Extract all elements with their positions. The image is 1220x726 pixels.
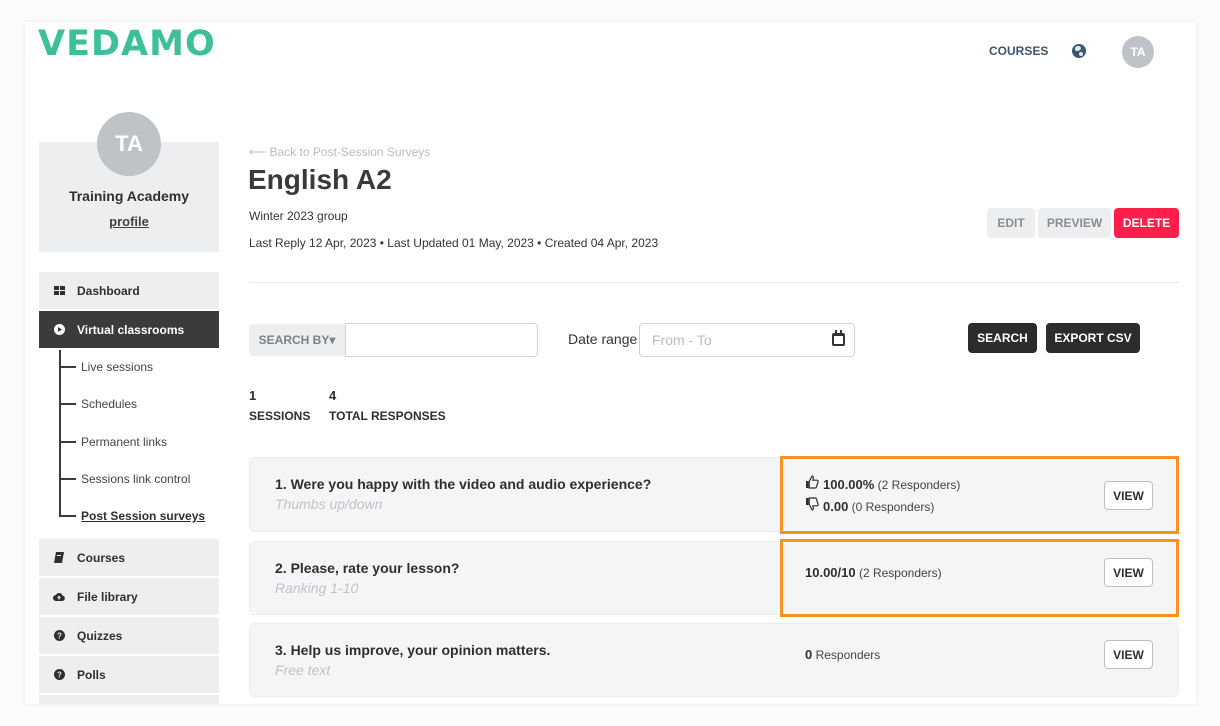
date-range-label: Date range: [568, 331, 638, 347]
sidebar-subitem-post-session-surveys[interactable]: Post Session surveys: [59, 506, 205, 526]
sidebar-item-courses[interactable]: Courses: [39, 539, 219, 576]
export-csv-button[interactable]: EXPORT CSV: [1046, 323, 1140, 353]
survey-meta: Last Reply 12 Apr, 2023 • Last Updated 0…: [249, 236, 659, 250]
cloud-upload-icon: [53, 591, 65, 603]
thumbs-up-result: 100.00% (2 Responders): [805, 475, 960, 492]
stat-label: SESSIONS: [249, 409, 311, 423]
sidebar-subitem-live-sessions[interactable]: Live sessions: [59, 357, 153, 377]
virtual-classrooms-submenu: Live sessions Schedules Permanent links …: [39, 350, 219, 538]
sidebar-item-file-library[interactable]: File library: [39, 578, 219, 615]
calendar-icon[interactable]: [832, 330, 845, 346]
responders-count: 0: [805, 647, 813, 662]
edit-button[interactable]: EDIT: [987, 208, 1035, 238]
divider: [249, 282, 1179, 283]
stat-sessions: 1 SESSIONS: [249, 388, 310, 423]
sidebar-subitem-permanent-links[interactable]: Permanent links: [59, 432, 167, 452]
search-button[interactable]: SEARCH: [968, 323, 1037, 353]
sidebar-item-polls[interactable]: ? Polls: [39, 656, 219, 693]
globe-icon[interactable]: [1072, 44, 1086, 58]
view-button[interactable]: VIEW: [1104, 640, 1153, 669]
page-title: English A2: [248, 164, 392, 195]
thumbs-up-value: 100.00%: [823, 477, 875, 492]
ranking-result: 10.00/10 (2 Responders): [805, 565, 942, 580]
question-row: 2. Please, rate your lesson? Ranking 1-1…: [249, 541, 1179, 615]
back-link[interactable]: ⟵ Back to Post-Session Surveys: [249, 145, 430, 159]
stat-value: 4: [329, 388, 337, 403]
question-row: 3. Help us improve, your opinion matters…: [249, 623, 1179, 697]
date-range-input[interactable]: From - To: [639, 323, 855, 357]
profile-avatar: TA: [97, 112, 161, 176]
question-title: 3. Help us improve, your opinion matters…: [275, 642, 551, 658]
responders-label: Responders: [815, 648, 881, 662]
sidebar-item-dashboard[interactable]: Dashboard: [39, 272, 219, 309]
sidebar-item-quizzes[interactable]: ? Quizzes: [39, 617, 219, 654]
question-type: Ranking 1-10: [275, 580, 359, 596]
vedamo-logo[interactable]: VEDAMO: [38, 24, 216, 64]
ranking-score: 10.00/10: [805, 565, 856, 580]
thumbs-up-responders: (2 Responders): [877, 478, 961, 492]
question-circle-icon: ?: [53, 630, 65, 642]
user-avatar[interactable]: TA: [1122, 36, 1154, 68]
grid-icon: [53, 285, 65, 297]
thumbs-down-result: 0.00 (0 Responders): [805, 497, 934, 514]
svg-text:?: ?: [57, 671, 62, 680]
sidebar-item-label: File library: [77, 589, 138, 604]
sidebar-subitem-sessions-link-control[interactable]: Sessions link control: [59, 469, 190, 489]
profile-link[interactable]: profile: [39, 214, 219, 229]
ranking-responders: (2 Responders): [858, 566, 942, 580]
sidebar-item-label: Dashboard: [77, 283, 140, 298]
date-range-placeholder: From - To: [652, 332, 712, 348]
thumbs-down-responders: (0 Responders): [851, 500, 935, 514]
question-row: 1. Were you happy with the video and aud…: [249, 457, 1179, 532]
thumbs-down-value: 0.00: [823, 499, 849, 514]
svg-text:?: ?: [57, 632, 62, 641]
question-circle-icon: ?: [53, 669, 65, 681]
search-input[interactable]: [345, 323, 538, 357]
sidebar-menu: Dashboard Virtual classrooms Live sessio…: [39, 272, 219, 704]
sidebar-item-label: Courses: [77, 550, 126, 565]
free-text-result: 0 Responders: [805, 647, 880, 662]
sidebar-item-label: Polls: [77, 667, 106, 682]
question-type: Thumbs up/down: [275, 496, 383, 512]
sidebar-item-more[interactable]: [39, 695, 219, 704]
search-by-dropdown[interactable]: SEARCH BY▾: [249, 324, 345, 356]
question-type: Free text: [275, 662, 331, 678]
sidebar-item-virtual-classrooms[interactable]: Virtual classrooms: [39, 311, 219, 348]
profile-name: Training Academy: [68, 188, 190, 204]
nav-courses-link[interactable]: COURSES: [989, 44, 1048, 58]
view-button[interactable]: VIEW: [1104, 481, 1153, 510]
question-title: 2. Please, rate your lesson?: [275, 560, 460, 576]
question-title: 1. Were you happy with the video and aud…: [275, 476, 652, 492]
thumbs-up-icon: [805, 475, 819, 492]
sidebar-item-label: Virtual classrooms: [77, 322, 185, 337]
play-circle-icon: [53, 324, 65, 336]
stat-value: 1: [249, 388, 257, 403]
book-icon: [53, 552, 65, 564]
delete-button[interactable]: DELETE: [1114, 208, 1179, 238]
survey-subtitle: Winter 2023 group: [249, 209, 348, 223]
stat-label: TOTAL RESPONSES: [329, 409, 446, 423]
sidebar-item-label: Quizzes: [77, 628, 123, 643]
page-card: VEDAMO COURSES TA TA Training Academy pr…: [25, 22, 1196, 704]
stat-total-responses: 4 TOTAL RESPONSES: [329, 388, 446, 423]
preview-button[interactable]: PREVIEW: [1038, 208, 1111, 238]
sidebar-subitem-schedules[interactable]: Schedules: [59, 394, 137, 414]
thumbs-down-icon: [805, 497, 819, 514]
view-button[interactable]: VIEW: [1104, 558, 1153, 587]
